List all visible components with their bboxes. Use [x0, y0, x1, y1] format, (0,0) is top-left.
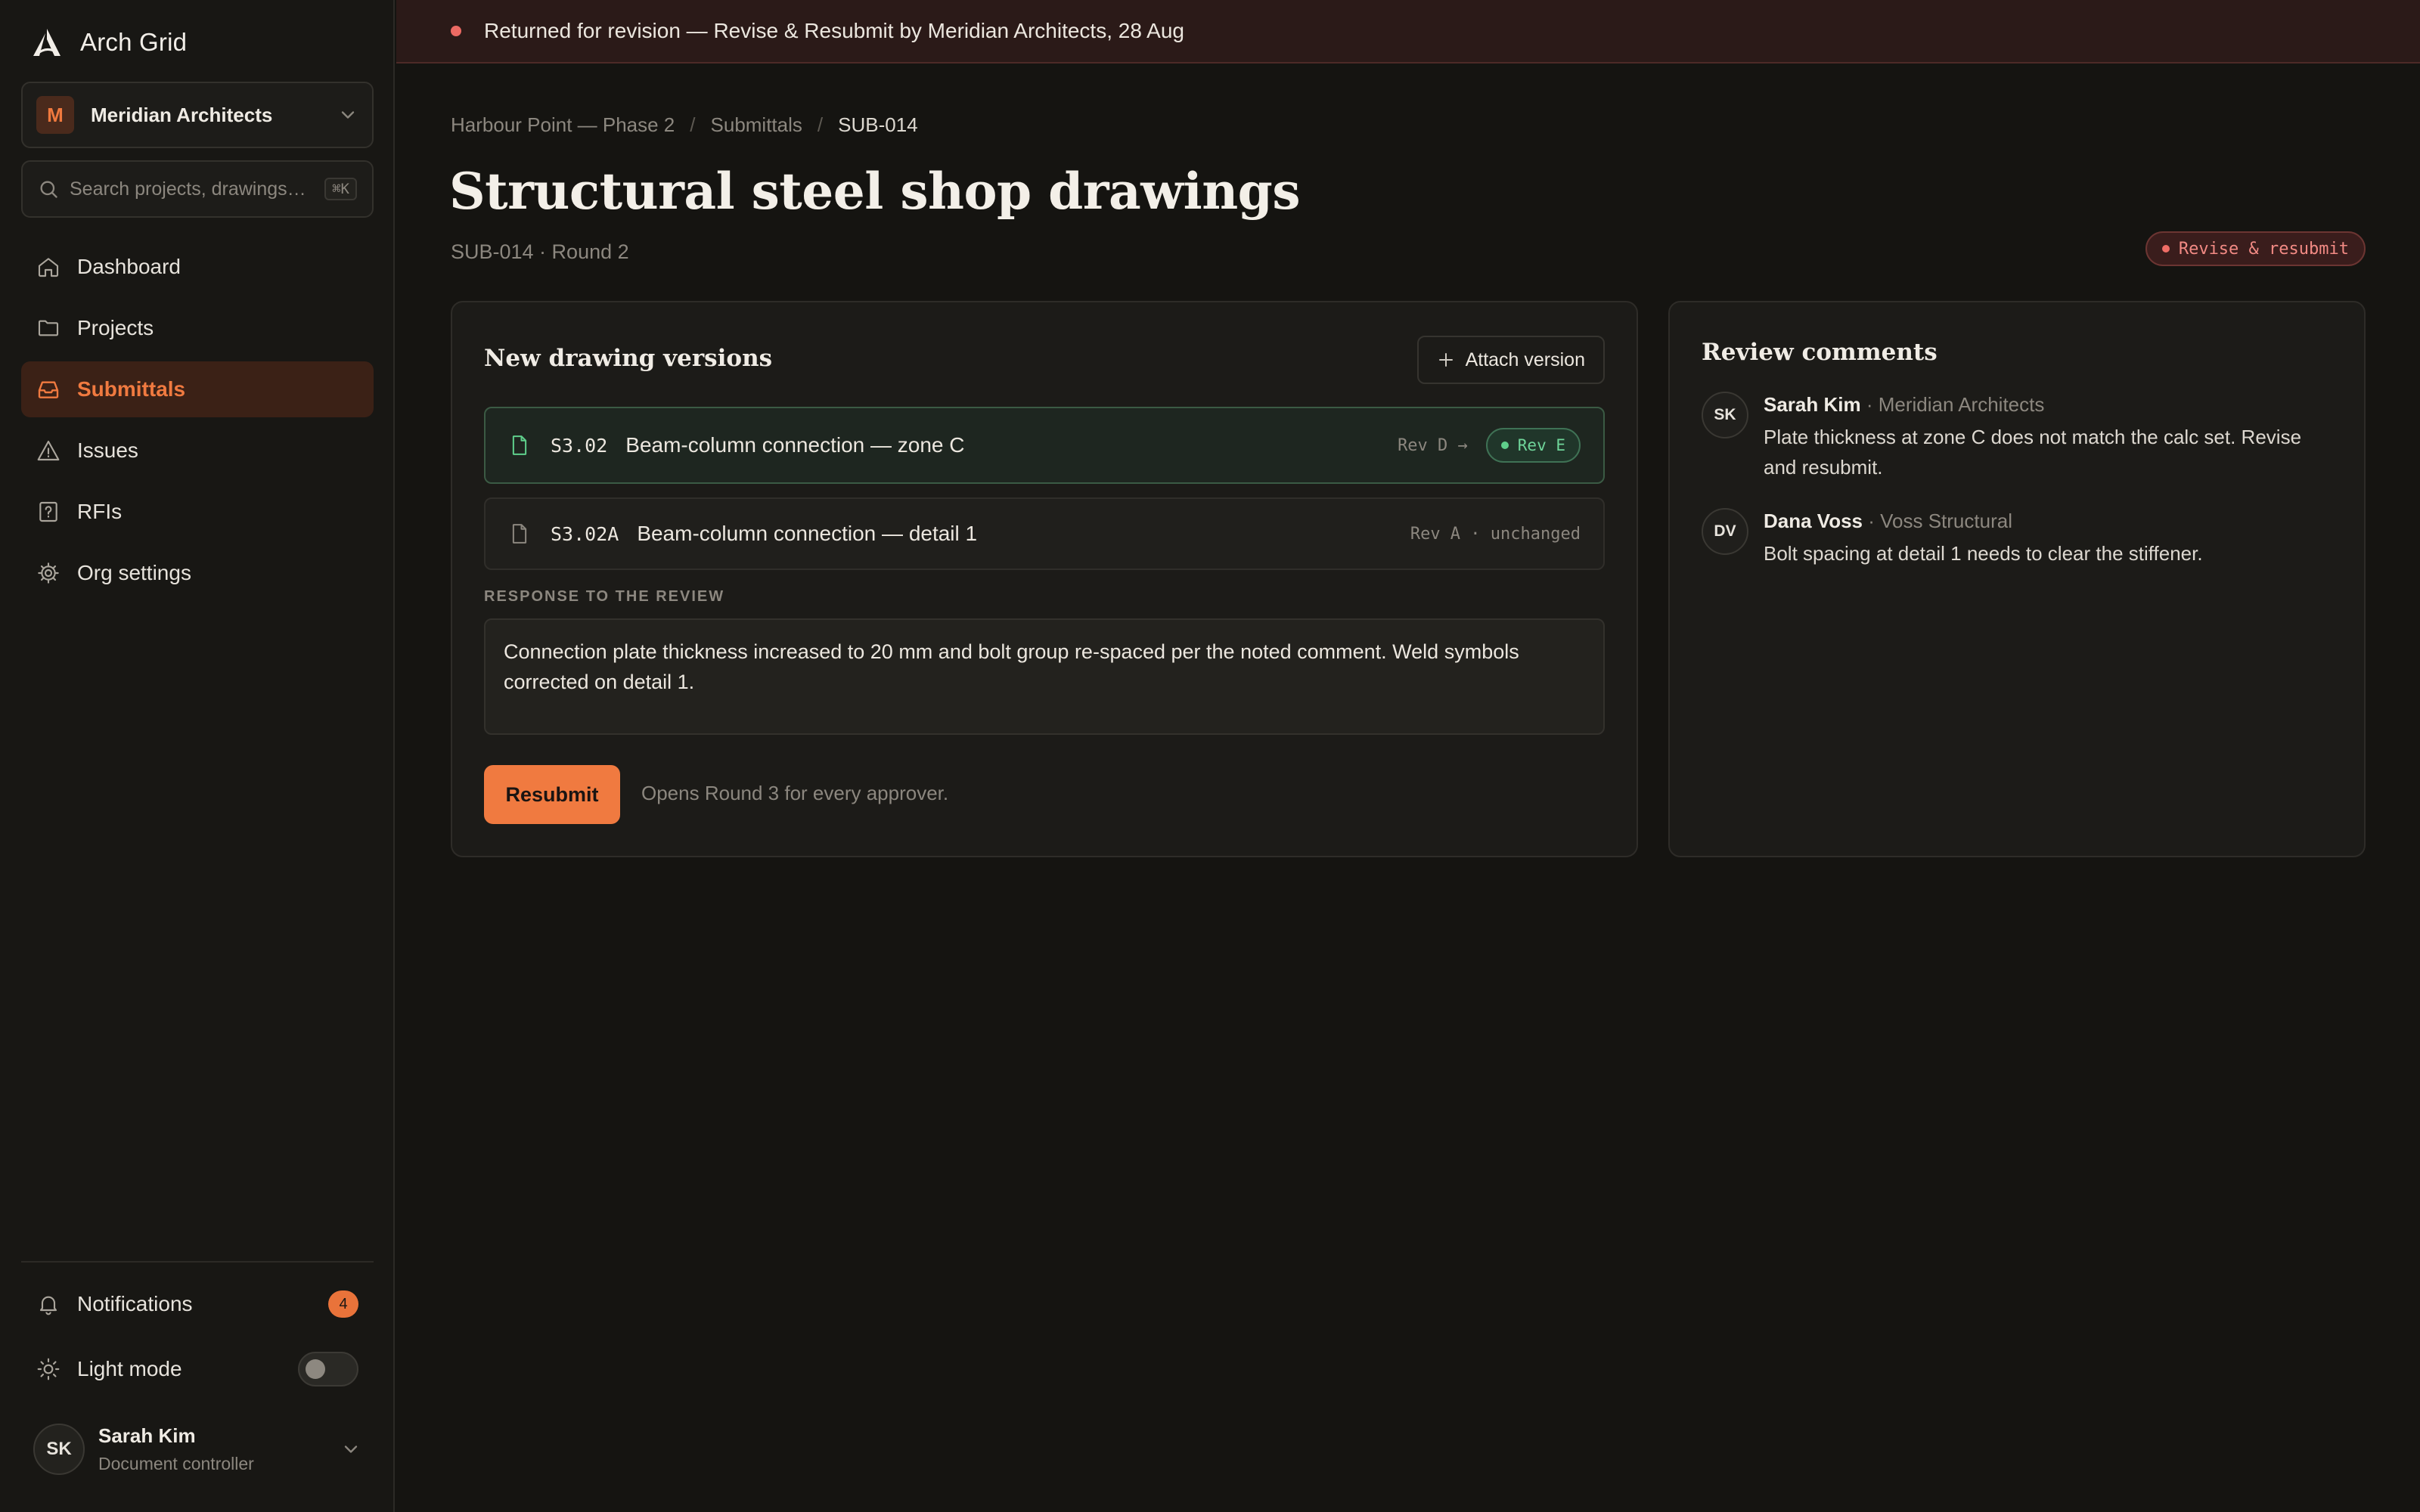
drawing-versions-card: New drawing versions Attach version S3.0…	[451, 301, 1638, 857]
page-title: Structural steel shop drawings	[449, 162, 1300, 221]
commenter-avatar: DV	[1702, 508, 1748, 555]
nav-item-label: Projects	[77, 316, 154, 339]
org-name: Meridian Architects	[91, 103, 273, 126]
light-mode-label: Light mode	[77, 1357, 182, 1380]
warning-icon	[36, 438, 60, 463]
status-label: Revise & resubmit	[2178, 239, 2349, 259]
notifications-count-badge: 4	[328, 1290, 358, 1318]
notifications-row[interactable]: Notifications 4	[21, 1278, 374, 1331]
response-textarea[interactable]: Connection plate thickness increased to …	[484, 618, 1605, 735]
org-avatar: M	[36, 96, 74, 134]
attach-version-label: Attach version	[1465, 349, 1585, 370]
status-badge: Revise & resubmit	[2145, 231, 2366, 266]
comment-text: Plate thickness at zone C does not match…	[1764, 426, 2302, 479]
home-icon	[36, 255, 60, 279]
user-menu[interactable]: SK Sarah Kim Document controller	[21, 1417, 374, 1482]
search-box[interactable]: ⌘K	[21, 160, 374, 218]
version-row[interactable]: S3.02A Beam-column connection — detail 1…	[484, 497, 1605, 570]
search-shortcut: ⌘K	[324, 178, 357, 200]
bell-icon	[36, 1292, 60, 1316]
breadcrumb-project[interactable]: Harbour Point — Phase 2	[451, 113, 675, 137]
nav-item-label: Submittals	[77, 377, 186, 401]
user-role: Document controller	[98, 1454, 254, 1473]
folder-icon	[36, 316, 60, 340]
comment-text: Bolt spacing at detail 1 needs to clear …	[1764, 542, 2203, 565]
sheet-title: Beam-column connection — detail 1	[637, 522, 978, 545]
sidebar-divider	[21, 1261, 374, 1263]
version-row[interactable]: S3.02 Beam-column connection — zone C Re…	[484, 407, 1605, 484]
inbox-icon	[36, 377, 60, 401]
sheet-code: S3.02A	[551, 522, 619, 545]
revision-status: Rev A · unchanged	[1410, 524, 1581, 544]
org-switcher[interactable]: M Meridian Architects	[21, 82, 374, 148]
nav-item-issues[interactable]: Issues	[21, 423, 374, 479]
notifications-label: Notifications	[77, 1292, 193, 1315]
new-revision-badge: Rev E	[1485, 428, 1581, 463]
toggle-knob	[306, 1359, 325, 1379]
resubmit-hint: Opens Round 3 for every approver.	[641, 782, 949, 804]
nav-item-label: RFIs	[77, 500, 123, 523]
attach-version-button[interactable]: Attach version	[1416, 336, 1605, 384]
sidebar: Arch Grid M Meridian Architects ⌘K Dashb…	[0, 0, 395, 1512]
light-mode-toggle[interactable]	[298, 1352, 358, 1387]
user-avatar: SK	[33, 1424, 85, 1475]
chevron-down-icon	[337, 104, 358, 125]
comment-author: Sarah Kim	[1764, 393, 1861, 416]
page-subtitle: SUB-014 · Round 2	[451, 240, 629, 263]
theme-row: Light mode	[21, 1343, 374, 1396]
nav-item-projects[interactable]: Projects	[21, 300, 374, 356]
breadcrumb-current: SUB-014	[838, 113, 918, 136]
question-icon	[36, 500, 60, 524]
breadcrumb-separator: /	[817, 113, 824, 136]
nav-item-label: Dashboard	[77, 255, 181, 278]
alert-dot-icon	[451, 26, 461, 36]
new-revision-label: Rev E	[1517, 436, 1565, 454]
breadcrumb-submittals[interactable]: Submittals	[711, 113, 802, 137]
sheet-code: S3.02	[551, 434, 608, 457]
user-name: Sarah Kim	[98, 1424, 196, 1447]
review-comments-card: Review comments SK Sarah Kim · Meridian …	[1668, 301, 2366, 857]
document-icon	[508, 434, 531, 457]
document-icon	[508, 522, 531, 545]
comment-author: Dana Voss	[1764, 510, 1863, 532]
gear-icon	[36, 561, 60, 585]
comment-item: DV Dana Voss · Voss Structural Bolt spac…	[1702, 508, 2337, 569]
versions-title: New drawing versions	[484, 345, 773, 372]
comments-title: Review comments	[1702, 339, 1938, 366]
commenter-avatar: SK	[1702, 392, 1748, 438]
comment-org: · Voss Structural	[1863, 510, 2012, 532]
comment-item: SK Sarah Kim · Meridian Architects Plate…	[1702, 392, 2337, 482]
sun-icon	[36, 1357, 60, 1381]
sheet-title: Beam-column connection — zone C	[625, 433, 965, 457]
breadcrumb: Harbour Point — Phase 2 / Submittals / S…	[451, 113, 918, 137]
nav-item-label: Org settings	[77, 561, 191, 584]
nav-item-dashboard[interactable]: Dashboard	[21, 239, 374, 295]
resubmit-button[interactable]: Resubmit	[484, 765, 620, 824]
comment-org: · Meridian Architects	[1860, 393, 2045, 416]
search-input[interactable]	[70, 178, 325, 200]
arch-grid-logo-icon	[30, 26, 64, 59]
nav-item-submittals[interactable]: Submittals	[21, 361, 374, 417]
chevron-down-icon	[340, 1439, 361, 1460]
previous-revision: Rev D →	[1398, 435, 1468, 455]
revision-dot-icon	[1500, 442, 1509, 449]
brand[interactable]: Arch Grid	[30, 23, 187, 62]
app-name: Arch Grid	[80, 28, 188, 56]
breadcrumb-separator: /	[690, 113, 696, 136]
nav-item-org-settings[interactable]: Org settings	[21, 545, 374, 601]
nav-item-rfis[interactable]: RFIs	[21, 484, 374, 540]
revision-alert-banner: Returned for revision — Revise & Resubmi…	[396, 0, 2420, 64]
search-icon	[38, 178, 59, 200]
status-dot-icon	[2161, 245, 2170, 253]
main-nav: Dashboard Projects Submittals Issues RFI…	[21, 239, 374, 606]
alert-text: Returned for revision — Revise & Resubmi…	[484, 19, 1184, 42]
plus-icon	[1437, 351, 1455, 369]
nav-item-label: Issues	[77, 438, 138, 462]
response-label: RESPONSE TO THE REVIEW	[484, 588, 725, 605]
